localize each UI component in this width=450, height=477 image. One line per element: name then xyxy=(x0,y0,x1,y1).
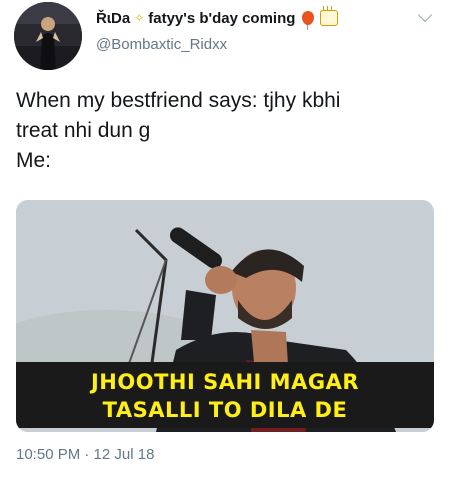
avatar[interactable] xyxy=(14,2,82,70)
tweet-header: ŘɩDa ✧ fatyy's b'day coming @Bombaxtic_R… xyxy=(96,6,410,53)
tweet-text-line: treat nhi dun g xyxy=(16,119,151,142)
meme-image[interactable]: JHOOTHI SAHI MAGAR TASALLI TO DILA DE xyxy=(16,200,434,432)
tweet-text: When my bestfriend says: tjhy kbhi treat… xyxy=(16,86,436,176)
birthday-cake-icon xyxy=(320,6,339,26)
display-name[interactable]: ŘɩDa xyxy=(96,10,130,27)
avatar-image xyxy=(14,2,82,70)
caption-line: JHOOTHI SAHI MAGAR xyxy=(90,370,359,394)
tweet-card: ŘɩDa ✧ fatyy's b'day coming @Bombaxtic_R… xyxy=(0,0,450,477)
tweet-text-line: When my bestfriend says: tjhy kbhi xyxy=(16,89,341,112)
balloon-icon xyxy=(302,11,315,30)
name-line[interactable]: ŘɩDa ✧ fatyy's b'day coming xyxy=(96,6,410,30)
display-name-suffix[interactable]: fatyy's b'day coming xyxy=(148,10,295,27)
user-handle[interactable]: @Bombaxtic_Ridxx xyxy=(96,36,410,53)
sparkle-icon: ✧ xyxy=(134,11,145,25)
meme-caption: JHOOTHI SAHI MAGAR TASALLI TO DILA DE xyxy=(16,362,434,428)
chevron-down-icon[interactable] xyxy=(417,7,433,23)
tweet-timestamp[interactable]: 10:50 PM · 12 Jul 18 xyxy=(16,446,154,463)
caption-line: TASALLI TO DILA DE xyxy=(102,398,348,422)
tweet-text-line: Me: xyxy=(16,149,52,172)
